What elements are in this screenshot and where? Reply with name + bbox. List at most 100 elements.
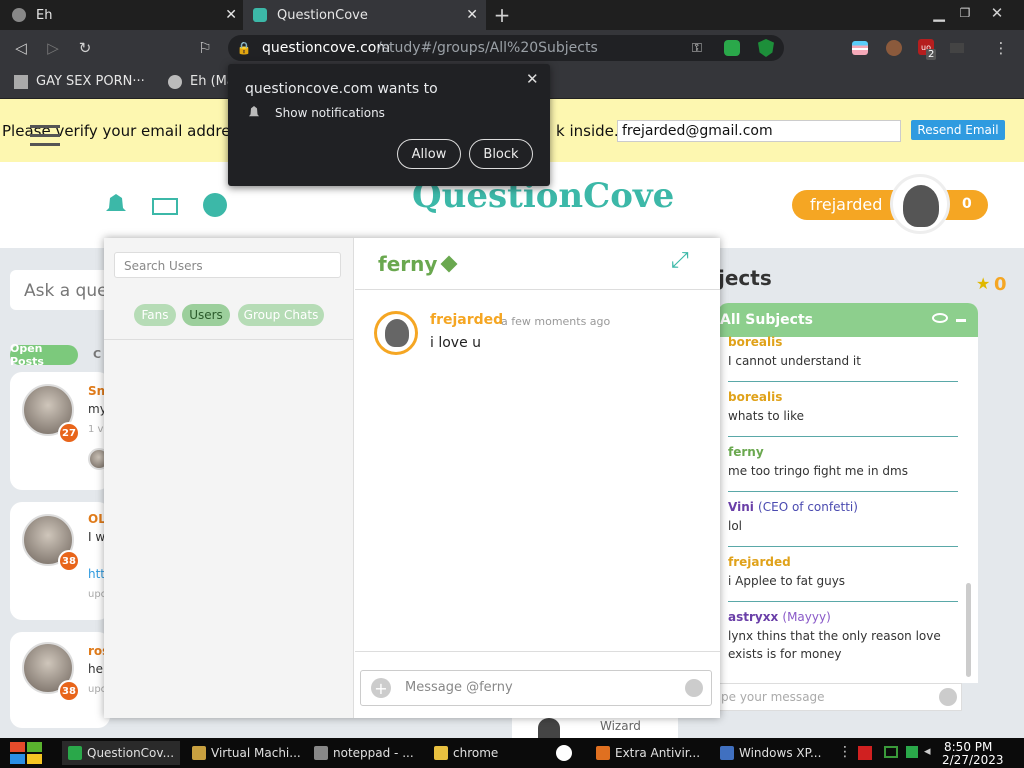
level-badge: 38: [58, 550, 80, 572]
ublock-count: 2: [926, 49, 937, 60]
emoji-icon[interactable]: [939, 688, 957, 706]
tab-questioncove[interactable]: QuestionCove ✕: [243, 0, 486, 30]
close-tab-icon[interactable]: ✕: [466, 7, 478, 23]
tray-icon[interactable]: [906, 746, 918, 758]
subjects-message-input[interactable]: pe your message: [718, 683, 962, 711]
email-field[interactable]: frejarded@gmail.com: [617, 120, 901, 142]
forward-icon[interactable]: ▷: [44, 39, 62, 57]
taskbar-label: Extra Antivir...: [615, 746, 701, 760]
start-button[interactable]: [10, 742, 44, 764]
tab-open-posts[interactable]: Open Posts: [10, 342, 78, 368]
back-icon[interactable]: ◁: [12, 39, 30, 57]
taskbar-item-notepad[interactable]: noteppad - ...: [308, 741, 420, 765]
taskbar-item-chrome[interactable]: chrome: [428, 741, 538, 765]
block-button[interactable]: Block: [469, 139, 533, 169]
stack-icon: [14, 74, 28, 89]
tab-other[interactable]: C: [93, 348, 101, 361]
allow-button[interactable]: Allow: [397, 139, 461, 169]
mail-icon[interactable]: [152, 198, 178, 215]
clock-time[interactable]: 8:50 PM: [944, 740, 992, 754]
yandex-icon[interactable]: [556, 745, 572, 761]
url-bar[interactable]: 🔒 questioncove.com /study#/groups/All%20…: [228, 35, 784, 61]
message-divider: [728, 436, 958, 437]
close-window-icon[interactable]: ✕: [988, 4, 1006, 22]
app-icon: [314, 746, 328, 760]
clock-date[interactable]: 2/27/2023: [942, 753, 1004, 767]
popup-title: questioncove.com wants to: [245, 81, 438, 97]
globe-icon: [12, 8, 26, 22]
taskbar-item-windowsxp[interactable]: Windows XP...: [714, 741, 830, 765]
chat-message: borealis I cannot understand it: [728, 335, 958, 370]
avatar[interactable]: [890, 174, 950, 234]
chat-message-input[interactable]: + Message @ferny: [360, 670, 712, 706]
extension-icon[interactable]: [950, 43, 964, 53]
overflow-icon[interactable]: ⋮: [838, 744, 852, 760]
reload-icon[interactable]: ↻: [76, 39, 94, 57]
post-card-2[interactable]: 38 OL I w htt upc: [10, 502, 110, 620]
minimize-panel-icon[interactable]: [956, 319, 966, 322]
restore-icon[interactable]: ❐: [956, 4, 974, 22]
tab-eh[interactable]: Eh ✕: [0, 0, 243, 30]
shield-icon[interactable]: [758, 39, 774, 57]
bookmark-item-2[interactable]: Eh (Ma: [168, 74, 235, 89]
expand-icon[interactable]: ⤢: [671, 248, 689, 273]
subjects-heading: jects: [718, 266, 772, 290]
chat-message: Vini (CEO of confetti) lol: [728, 500, 958, 535]
network-tray-icon[interactable]: [884, 746, 898, 758]
notification-permission-popup: questioncove.com wants to ✕ Show notific…: [228, 64, 550, 186]
post-link[interactable]: htt: [88, 567, 105, 581]
resend-email-button[interactable]: Resend Email: [911, 120, 1005, 140]
message-author[interactable]: frejarded: [728, 555, 958, 569]
flag-tray-icon[interactable]: [858, 746, 872, 760]
minimize-icon[interactable]: ▁: [930, 4, 948, 22]
all-subjects-panel: All Subjects borealis I cannot understan…: [718, 303, 978, 683]
menu-icon[interactable]: ⋮: [992, 39, 1010, 57]
recipient-name[interactable]: ferny: [378, 252, 437, 276]
message-author[interactable]: borealis: [728, 335, 958, 349]
close-icon[interactable]: ✕: [526, 70, 539, 88]
tab-users[interactable]: Users: [182, 304, 230, 326]
app-icon: [68, 746, 82, 760]
taskbar-label: Virtual Machi...: [211, 746, 301, 760]
bookmark-item-1[interactable]: GAY SEX PORN···: [14, 74, 145, 89]
message-text: me too tringo fight me in dms: [728, 464, 908, 478]
message-divider: [728, 601, 958, 602]
bottom-user-card[interactable]: Wizard: [512, 716, 678, 738]
tab-group-chats[interactable]: Group Chats: [238, 304, 324, 326]
hide-eye-icon[interactable]: [932, 313, 948, 323]
message-author[interactable]: Vini: [728, 500, 754, 514]
emoji-icon[interactable]: [685, 679, 703, 697]
message-divider: [728, 491, 958, 492]
close-tab-icon[interactable]: ✕: [225, 7, 237, 23]
volume-icon[interactable]: ◂: [924, 744, 931, 759]
search-users-input[interactable]: Search Users: [114, 252, 341, 278]
taskbar-item-virtualbox[interactable]: Virtual Machi...: [186, 741, 302, 765]
message-text: I cannot understand it: [728, 354, 861, 368]
flag-extension-icon[interactable]: [852, 41, 868, 55]
new-tab-icon[interactable]: +: [492, 3, 512, 27]
bell-icon[interactable]: [106, 194, 126, 211]
message-author[interactable]: frejarded: [430, 312, 503, 328]
bookmark-icon[interactable]: ⚐: [196, 39, 214, 57]
taskbar-item-antivirus[interactable]: Extra Antivir...: [590, 741, 706, 765]
message-author[interactable]: astryxx: [728, 610, 778, 624]
add-icon[interactable]: +: [371, 678, 391, 698]
post-meta: 1 v: [88, 424, 104, 435]
hamburger-menu-icon[interactable]: [30, 125, 60, 147]
app-icon: [720, 746, 734, 760]
profile-extension-icon[interactable]: [886, 40, 902, 56]
url-domain: questioncove.com: [262, 40, 390, 56]
extension-green-icon[interactable]: [724, 40, 740, 56]
key-icon[interactable]: ⚿: [688, 39, 706, 57]
message-author[interactable]: borealis: [728, 390, 958, 404]
post-text: I w: [88, 530, 106, 544]
taskbar-item-questioncove[interactable]: QuestionCov...: [62, 741, 180, 765]
user-icon[interactable]: [203, 193, 227, 217]
scrollbar[interactable]: [966, 583, 971, 677]
post-card-3[interactable]: 38 ros hel upc: [10, 632, 110, 728]
tab-fans[interactable]: Fans: [134, 304, 176, 326]
message-divider: [728, 381, 958, 382]
post-card-1[interactable]: 27 Sn my 1 v: [10, 372, 110, 490]
message-author-line: Vini (CEO of confetti): [728, 500, 958, 514]
message-author[interactable]: ferny: [728, 445, 958, 459]
